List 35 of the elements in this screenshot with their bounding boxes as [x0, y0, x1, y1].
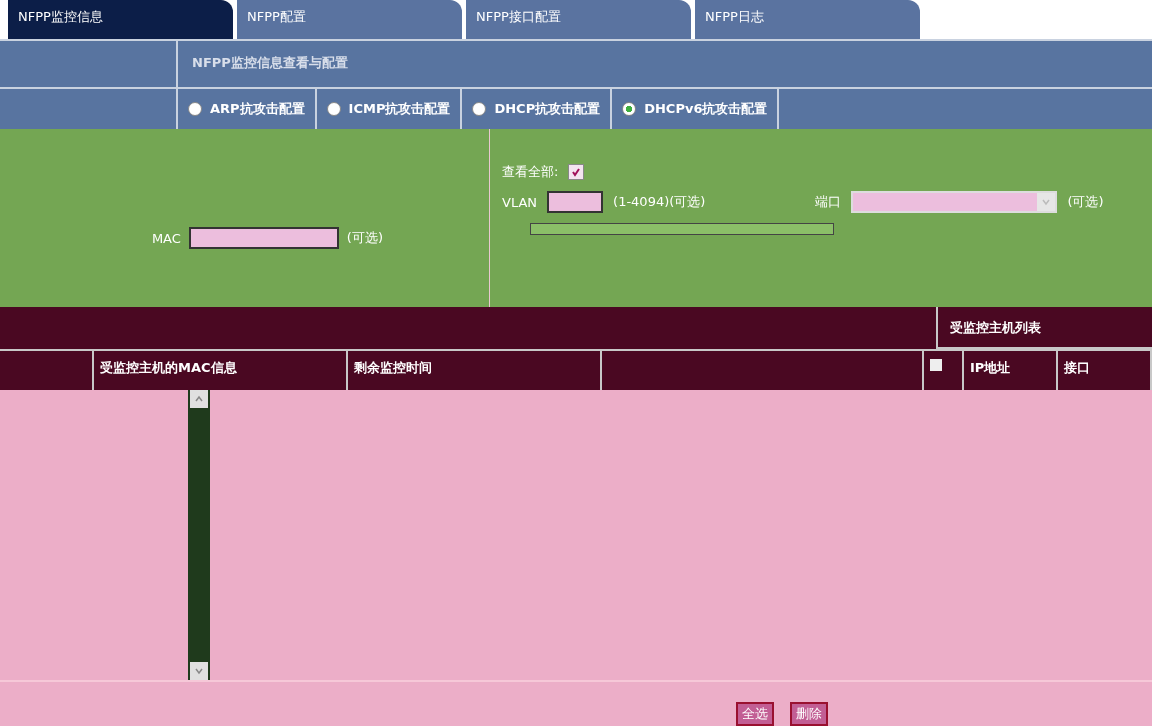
- scroll-down-icon[interactable]: [190, 662, 208, 680]
- tab[interactable]: NFPP监控信息: [8, 0, 233, 40]
- radio-button[interactable]: [472, 102, 487, 117]
- vlan-input-field[interactable]: [547, 191, 604, 214]
- column-header: 剩余监控时间: [348, 350, 602, 390]
- radio-label: DHCPv6抗攻击配置: [644, 100, 768, 119]
- scroll-up-icon[interactable]: [190, 390, 208, 408]
- view-all-label: 查看全部:: [502, 163, 559, 182]
- port-label: 端口: [815, 193, 842, 212]
- tab[interactable]: NFPP日志: [695, 0, 920, 40]
- select-all-checkbox[interactable]: [930, 358, 942, 371]
- action-button[interactable]: 删除: [790, 702, 828, 726]
- section-title: NFPP监控信息查看与配置: [191, 54, 349, 73]
- mac-label: MAC: [151, 230, 181, 246]
- scrollbar[interactable]: [188, 390, 210, 680]
- radio-button[interactable]: [326, 102, 341, 117]
- view-all-checkbox[interactable]: [568, 164, 585, 181]
- mac-input-field[interactable]: [188, 227, 339, 249]
- query-button[interactable]: [530, 223, 834, 236]
- port-hint: (可选): [1067, 193, 1104, 212]
- column-header: IP地址: [964, 350, 1058, 390]
- radio-button[interactable]: [188, 102, 202, 117]
- column-header: 接口: [1058, 350, 1152, 390]
- radio-label: ICMP抗攻击配置: [348, 100, 451, 119]
- optional-hint: (可选): [346, 229, 383, 247]
- vlan-label: VLAN: [502, 194, 538, 210]
- radio-label: DHCP抗攻击配置: [494, 100, 601, 119]
- radio-button[interactable]: [622, 102, 637, 117]
- checkmark-icon: [571, 167, 582, 178]
- action-button[interactable]: 全选: [736, 702, 774, 726]
- table-title: 受监控主机列表: [936, 306, 1152, 349]
- vlan-hint: (1-4094)(可选): [613, 193, 706, 212]
- tab[interactable]: NFPP配置: [237, 0, 462, 40]
- radio-label: ARP抗攻击配置: [210, 100, 305, 119]
- tab[interactable]: NFPP接口配置: [466, 0, 691, 40]
